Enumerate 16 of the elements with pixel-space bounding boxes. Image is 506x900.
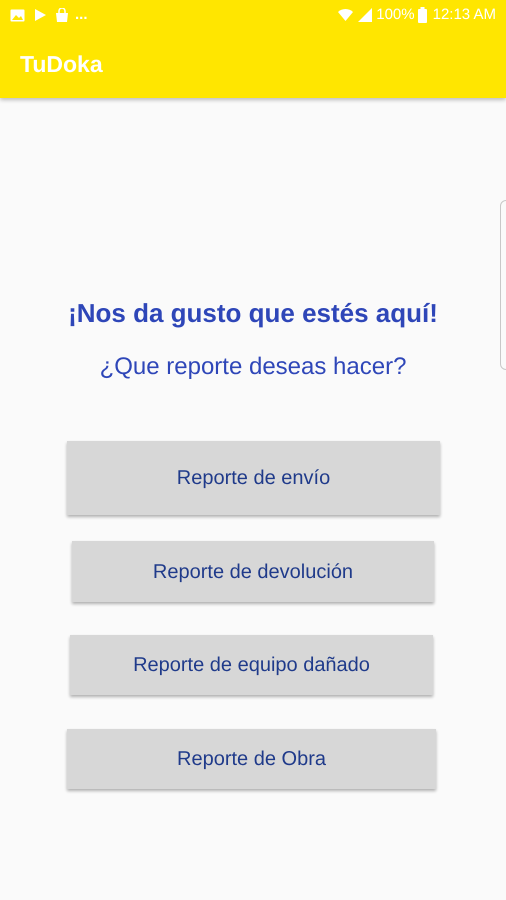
report-button[interactable]: Reporte de equipo dañado — [70, 635, 433, 695]
app-title: TuDoka — [20, 50, 103, 79]
report-button[interactable]: Reporte de envío — [67, 441, 440, 515]
signal-icon — [358, 8, 372, 22]
play-icon — [34, 8, 47, 22]
battery-icon — [418, 7, 427, 23]
subheading: ¿Que reporte deseas hacer? — [98, 352, 408, 382]
status-time: 12:13 AM — [432, 4, 496, 25]
report-button[interactable]: Reporte de devolución — [72, 541, 434, 602]
more-notifications: ... — [75, 4, 88, 25]
shopping-bag-icon — [55, 8, 69, 22]
battery-percent: 100% — [376, 4, 415, 25]
image-icon — [10, 8, 25, 22]
heading: ¡Nos da gusto que estés aquí! — [67, 297, 439, 330]
report-button[interactable]: Reporte de Obra — [67, 729, 436, 789]
wifi-icon — [338, 8, 354, 22]
